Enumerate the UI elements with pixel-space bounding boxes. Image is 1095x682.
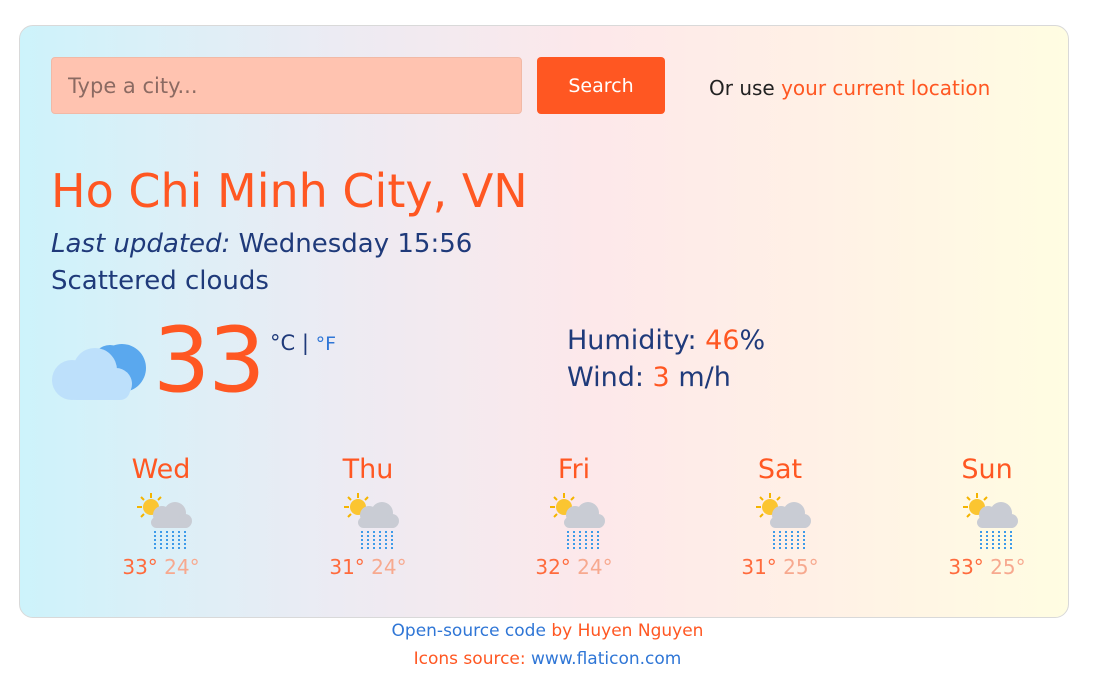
forecast-day-name: Sun bbox=[961, 454, 1013, 485]
credits-by: by bbox=[551, 621, 573, 641]
location-prefix: Or use bbox=[709, 76, 775, 100]
wind-unit: m/h bbox=[678, 362, 731, 393]
current-location-link[interactable]: your current location bbox=[781, 76, 990, 100]
city-title: Ho Chi Minh City, VN bbox=[51, 164, 528, 218]
sun-cloud-rain-icon bbox=[963, 493, 1018, 551]
forecast-day-name: Wed bbox=[131, 454, 191, 485]
fahrenheit-link[interactable]: °F bbox=[316, 333, 336, 355]
location-row: Or use your current location bbox=[709, 76, 990, 100]
forecast-temps: 31° 25° bbox=[710, 555, 850, 579]
humidity-value: 46 bbox=[705, 325, 740, 356]
weather-description: Scattered clouds bbox=[51, 266, 269, 296]
forecast-temps: 33° 25° bbox=[917, 555, 1057, 579]
credits-line: Open-source code by Huyen Nguyen bbox=[0, 621, 1095, 641]
forecast-max: 31° bbox=[329, 555, 365, 579]
unit-toggle: °C | °F bbox=[270, 331, 336, 355]
forecast-min: 24° bbox=[371, 555, 407, 579]
forecast-day: Sun 33° 25° bbox=[917, 454, 1057, 579]
humidity-label: Humidity: bbox=[567, 325, 697, 356]
unit-separator: | bbox=[301, 331, 309, 355]
sun-cloud-rain-icon bbox=[137, 493, 192, 551]
weather-card: Search Or use your current location Ho C… bbox=[19, 25, 1069, 618]
flaticon-link[interactable]: www.flaticon.com bbox=[531, 649, 681, 669]
author-link[interactable]: Huyen Nguyen bbox=[578, 621, 704, 641]
celsius-link[interactable]: °C bbox=[270, 331, 295, 355]
current-temperature: 33 bbox=[153, 308, 266, 413]
forecast-temps: 33° 24° bbox=[91, 555, 231, 579]
forecast-max: 33° bbox=[122, 555, 158, 579]
last-updated: Last updated: Wednesday 15:56 bbox=[51, 229, 472, 259]
forecast-day-name: Sat bbox=[757, 454, 803, 485]
forecast-row: Wed 33° 24° Thu 31° 24° Fri 32° 24° Sat … bbox=[51, 454, 1081, 594]
forecast-day: Sat 31° 25° bbox=[710, 454, 850, 579]
forecast-max: 32° bbox=[535, 555, 571, 579]
icons-source-label: Icons source: bbox=[413, 649, 526, 669]
forecast-temps: 32° 24° bbox=[504, 555, 644, 579]
humidity-row: Humidity: 46% bbox=[567, 325, 765, 362]
cloud-icon bbox=[52, 344, 146, 400]
forecast-day-name: Thu bbox=[342, 454, 394, 485]
forecast-min: 24° bbox=[164, 555, 200, 579]
forecast-day-name: Fri bbox=[557, 454, 591, 485]
forecast-min: 25° bbox=[990, 555, 1026, 579]
last-updated-value: Wednesday 15:56 bbox=[238, 229, 473, 259]
sun-cloud-rain-icon bbox=[550, 493, 605, 551]
forecast-min: 24° bbox=[577, 555, 613, 579]
open-source-link[interactable]: Open-source code bbox=[392, 621, 546, 641]
forecast-day: Fri 32° 24° bbox=[504, 454, 644, 579]
last-updated-label: Last updated: bbox=[51, 229, 231, 259]
icons-credit-line: Icons source: www.flaticon.com bbox=[0, 649, 1095, 669]
search-button[interactable]: Search bbox=[537, 57, 665, 114]
wind-row: Wind: 3 m/h bbox=[567, 362, 765, 399]
humidity-unit: % bbox=[739, 325, 766, 356]
forecast-day: Wed 33° 24° bbox=[91, 454, 231, 579]
weather-stats: Humidity: 46% Wind: 3 m/h bbox=[567, 325, 765, 399]
forecast-day: Thu 31° 24° bbox=[298, 454, 438, 579]
forecast-max: 33° bbox=[948, 555, 984, 579]
forecast-max: 31° bbox=[741, 555, 777, 579]
sun-cloud-rain-icon bbox=[756, 493, 811, 551]
city-search-input[interactable] bbox=[51, 57, 522, 114]
forecast-min: 25° bbox=[783, 555, 819, 579]
sun-cloud-rain-icon bbox=[344, 493, 399, 551]
wind-value: 3 bbox=[652, 362, 670, 393]
forecast-temps: 31° 24° bbox=[298, 555, 438, 579]
wind-label: Wind: bbox=[567, 362, 644, 393]
